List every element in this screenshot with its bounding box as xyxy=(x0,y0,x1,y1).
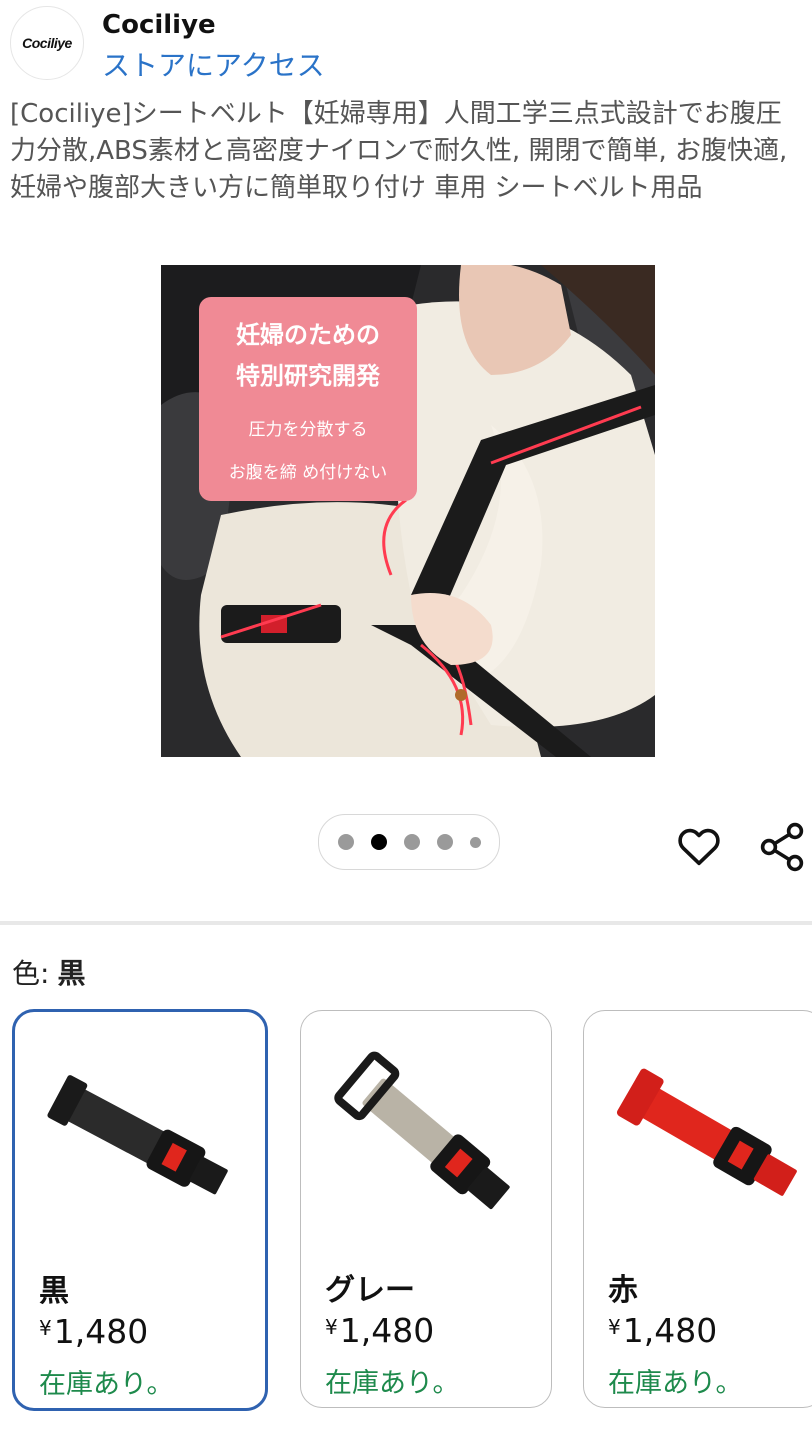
heart-icon[interactable] xyxy=(676,824,722,870)
color-label-text: 色: xyxy=(12,957,50,990)
selected-color-value: 黒 xyxy=(57,957,86,990)
store-header: Cociliye Cociliye ストアにアクセス xyxy=(10,6,800,82)
currency-symbol: ¥ xyxy=(325,1315,338,1339)
currency-symbol: ¥ xyxy=(39,1316,52,1340)
stock-status: 在庫あり。 xyxy=(325,1368,460,1399)
black-belt-image xyxy=(47,1075,228,1195)
callout-line-4: お腹を締 め付けない xyxy=(228,463,388,483)
red-belt-image xyxy=(616,1068,797,1196)
option-price: ¥1,480 xyxy=(325,1311,434,1350)
store-logo[interactable]: Cociliye xyxy=(10,6,84,80)
product-image[interactable]: 妊婦のための 特別研究開発 圧力を分散する お腹を締 め付けない xyxy=(161,265,655,757)
color-label: 色: 黒 xyxy=(12,952,85,992)
pager-dot-active[interactable] xyxy=(370,834,387,850)
option-price: ¥1,480 xyxy=(608,1311,717,1350)
pager-dot[interactable] xyxy=(337,834,354,850)
hero-callout: 妊婦のための 特別研究開発 圧力を分散する お腹を締 め付けない xyxy=(199,297,417,501)
store-logo-wordmark: Cociliye xyxy=(22,35,72,51)
stock-status: 在庫あり。 xyxy=(39,1369,174,1400)
visit-store-link[interactable]: ストアにアクセス xyxy=(102,44,325,84)
gray-belt-image xyxy=(334,1051,510,1210)
pager-dot[interactable] xyxy=(469,836,481,848)
pager-dot[interactable] xyxy=(403,834,420,850)
color-option-gray[interactable]: グレー ¥1,480 在庫あり。 xyxy=(300,1010,552,1408)
image-pager xyxy=(318,814,500,870)
product-title: [Cociliye]シートベルト【妊婦専用】人間工学三点式設計でお腹圧力分散,A… xyxy=(10,99,788,203)
currency-symbol: ¥ xyxy=(608,1315,621,1339)
price-value: 1,480 xyxy=(339,1311,435,1350)
section-divider xyxy=(0,921,812,925)
price-value: 1,480 xyxy=(622,1311,718,1350)
option-name: 黒 xyxy=(39,1274,69,1309)
stock-status: 在庫あり。 xyxy=(608,1368,743,1399)
store-name: Cociliye xyxy=(102,10,216,40)
callout-line-2: 特別研究開発 xyxy=(236,361,380,390)
price-value: 1,480 xyxy=(53,1312,149,1351)
callout-line-3: 圧力を分散する xyxy=(248,420,368,440)
option-name: グレー xyxy=(325,1273,415,1308)
share-icon[interactable] xyxy=(758,822,806,872)
color-option-black[interactable]: 黒 ¥1,480 在庫あり。 xyxy=(12,1009,268,1411)
color-option-red[interactable]: 赤 ¥1,480 在庫あり。 xyxy=(583,1010,812,1408)
option-price: ¥1,480 xyxy=(39,1312,148,1351)
callout-line-1: 妊婦のための xyxy=(236,320,380,349)
pager-dot[interactable] xyxy=(436,834,453,850)
option-name: 赤 xyxy=(608,1273,638,1308)
